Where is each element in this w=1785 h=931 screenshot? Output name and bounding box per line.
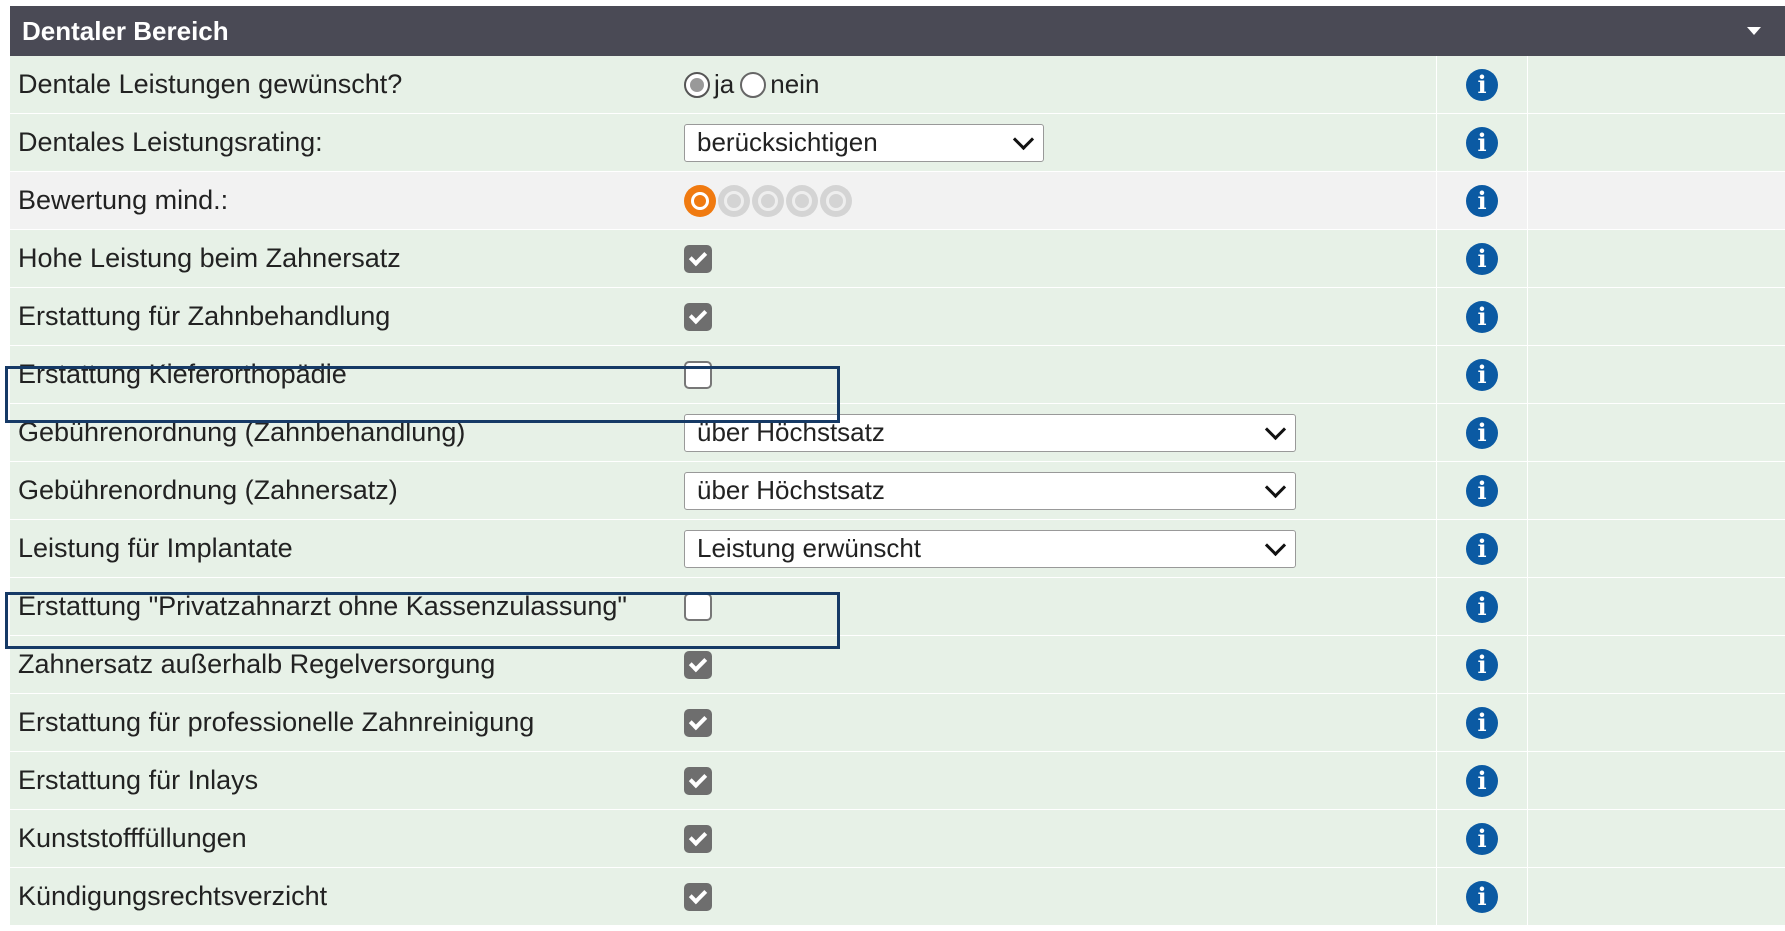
row-label: Erstattung Kieferorthopädie — [18, 359, 347, 389]
rating-selector — [684, 184, 854, 217]
radio-label-nein[interactable]: nein — [770, 69, 819, 100]
info-icon[interactable]: i — [1466, 300, 1498, 333]
row-gebuehrenordnung-zahnbehandlung: Gebührenordnung (Zahnbehandlung) über Hö… — [10, 404, 1785, 462]
row-bewertung: Bewertung mind.: i — [10, 172, 1785, 230]
row-label: Erstattung für Zahnbehandlung — [18, 301, 391, 331]
row-erstattung-kieferorthopaedie: Erstattung Kieferorthopädie i — [10, 346, 1785, 404]
rating-dot-1[interactable] — [684, 184, 716, 217]
checkbox-erstattung-kieferorthopaedie[interactable] — [684, 360, 712, 389]
info-icon[interactable]: i — [1466, 764, 1498, 797]
checkbox-zahnersatz-regelversorgung[interactable] — [684, 650, 712, 679]
info-icon[interactable]: i — [1466, 242, 1498, 275]
checkbox-hohe-leistung-zahnersatz[interactable] — [684, 244, 712, 273]
info-icon[interactable]: i — [1466, 590, 1498, 623]
info-icon[interactable]: i — [1466, 474, 1498, 507]
row-kuendigungsrechtsverzicht: Kündigungsrechtsverzicht i — [10, 868, 1785, 926]
info-icon[interactable]: i — [1466, 648, 1498, 681]
info-icon[interactable]: i — [1466, 532, 1498, 565]
row-label: Dentale Leistungen gewünscht? — [18, 69, 403, 99]
row-label: Bewertung mind.: — [18, 185, 229, 215]
info-icon[interactable]: i — [1466, 68, 1498, 101]
checkbox-privatzahnarzt[interactable] — [684, 592, 712, 621]
row-privatzahnarzt: Erstattung "Privatzahnarzt ohne Kassenzu… — [10, 578, 1785, 636]
select-value: über Höchstsatz — [697, 417, 885, 447]
row-label: Hohe Leistung beim Zahnersatz — [18, 243, 401, 273]
chevron-down-icon — [1264, 534, 1287, 557]
select-value: berücksichtigen — [697, 127, 878, 157]
row-dentale-leistungen: Dentale Leistungen gewünscht? ja nein i — [10, 56, 1785, 114]
row-label: Kunststofffüllungen — [18, 823, 247, 853]
row-label: Gebührenordnung (Zahnbehandlung) — [18, 417, 466, 447]
select-value: über Höchstsatz — [697, 475, 885, 505]
select-leistung-implantate[interactable]: Leistung erwünscht — [684, 529, 1296, 568]
checkbox-zahnreinigung[interactable] — [684, 708, 712, 737]
info-icon[interactable]: i — [1466, 880, 1498, 913]
rating-dot-3[interactable] — [752, 184, 784, 217]
select-gebuehrenordnung-zahnersatz[interactable]: über Höchstsatz — [684, 471, 1296, 510]
info-icon[interactable]: i — [1466, 358, 1498, 391]
row-gebuehrenordnung-zahnersatz: Gebührenordnung (Zahnersatz) über Höchst… — [10, 462, 1785, 520]
info-icon[interactable]: i — [1466, 706, 1498, 739]
checkbox-erstattung-zahnbehandlung[interactable] — [684, 302, 712, 331]
rating-dot-5[interactable] — [820, 184, 852, 217]
rating-dot-4[interactable] — [786, 184, 818, 217]
row-leistungsrating: Dentales Leistungsrating: berücksichtige… — [10, 114, 1785, 172]
rating-dot-2[interactable] — [718, 184, 750, 217]
row-label: Dentales Leistungsrating: — [18, 127, 323, 157]
row-label: Kündigungsrechtsverzicht — [18, 881, 328, 911]
row-label: Zahnersatz außerhalb Regelversorgung — [18, 649, 496, 679]
checkbox-kuendigungsrechtsverzicht[interactable] — [684, 882, 712, 911]
row-kunststofffuellungen: Kunststofffüllungen i — [10, 810, 1785, 868]
chevron-down-icon — [1012, 128, 1035, 151]
radio-ja[interactable] — [684, 71, 710, 98]
row-zahnreinigung: Erstattung für professionelle Zahnreinig… — [10, 694, 1785, 752]
section-header[interactable]: Dentaler Bereich — [10, 6, 1785, 56]
radio-group-dentale-leistungen: ja nein — [684, 69, 825, 100]
row-label: Leistung für Implantate — [18, 533, 293, 563]
select-value: Leistung erwünscht — [697, 533, 922, 563]
row-label: Erstattung für professionelle Zahnreinig… — [18, 707, 535, 737]
chevron-down-icon — [1264, 476, 1287, 499]
checkbox-kunststofffuellungen[interactable] — [684, 824, 712, 853]
select-leistungsrating[interactable]: berücksichtigen — [684, 123, 1044, 162]
chevron-down-icon — [1264, 418, 1287, 441]
row-erstattung-zahnbehandlung: Erstattung für Zahnbehandlung i — [10, 288, 1785, 346]
select-gebuehrenordnung-zahnbehandlung[interactable]: über Höchstsatz — [684, 413, 1296, 452]
dental-section-panel: Dentaler Bereich Dentale Leistungen gewü… — [10, 6, 1785, 926]
row-inlays: Erstattung für Inlays i — [10, 752, 1785, 810]
info-icon[interactable]: i — [1466, 822, 1498, 855]
row-label: Erstattung "Privatzahnarzt ohne Kassenzu… — [18, 591, 628, 621]
info-icon[interactable]: i — [1466, 126, 1498, 159]
radio-label-ja[interactable]: ja — [714, 69, 734, 100]
info-icon[interactable]: i — [1466, 416, 1498, 449]
info-icon[interactable]: i — [1466, 184, 1498, 217]
row-zahnersatz-regelversorgung: Zahnersatz außerhalb Regelversorgung i — [10, 636, 1785, 694]
row-hohe-leistung-zahnersatz: Hohe Leistung beim Zahnersatz i — [10, 230, 1785, 288]
radio-nein[interactable] — [740, 71, 767, 98]
collapse-caret-icon[interactable] — [1747, 27, 1761, 35]
row-label: Gebührenordnung (Zahnersatz) — [18, 475, 398, 505]
row-leistung-implantate: Leistung für Implantate Leistung erwünsc… — [10, 520, 1785, 578]
row-label: Erstattung für Inlays — [18, 765, 259, 795]
section-title: Dentaler Bereich — [22, 15, 229, 46]
checkbox-inlays[interactable] — [684, 766, 712, 795]
